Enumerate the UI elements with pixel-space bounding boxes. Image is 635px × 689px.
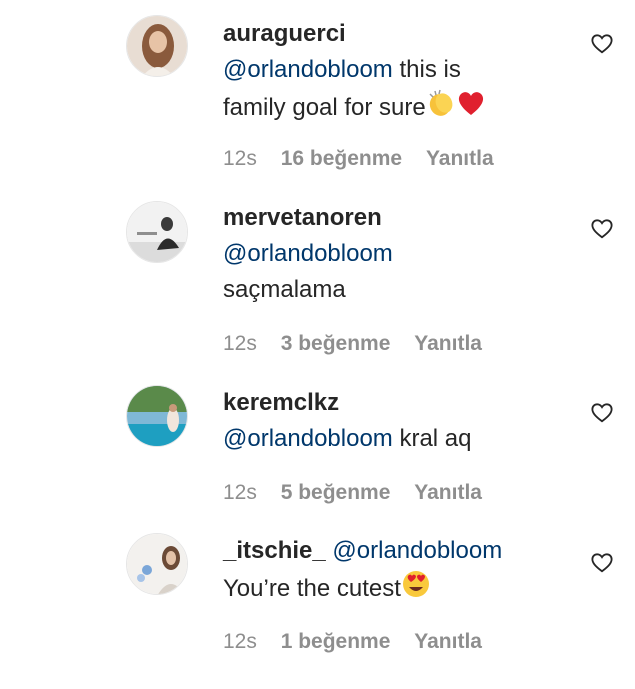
username[interactable]: _itschie_	[223, 537, 326, 564]
mention-link[interactable]: @orlandobloom	[223, 425, 393, 452]
comment-meta: 12s 1 beğenme Yanıtla	[223, 630, 500, 654]
heart-outline-icon[interactable]	[591, 402, 613, 424]
likes-count[interactable]: 16 beğenme	[281, 147, 402, 170]
comment-body: kral aq	[392, 425, 472, 452]
comment-text: keremclkz @orlandobloom kral aq	[223, 385, 555, 457]
timestamp: 12s	[223, 481, 257, 504]
mention-link[interactable]: @orlandobloom	[332, 537, 502, 564]
mention-link[interactable]: @orlandobloom	[223, 56, 393, 83]
comment-meta: 12s 5 beğenme Yanıtla	[223, 481, 500, 505]
username[interactable]: auraguerci	[223, 20, 346, 47]
comment-meta: 12s 3 beğenme Yanıtla	[223, 332, 500, 356]
heart-eyes-face-icon	[401, 569, 431, 610]
heart-outline-icon[interactable]	[591, 33, 613, 55]
mention-link[interactable]: @orlandobloom	[223, 240, 393, 267]
heart-outline-icon[interactable]	[591, 552, 613, 574]
comment-text: mervetanoren @orlandobloom saçmalama	[223, 200, 555, 308]
likes-count[interactable]: 5 beğenme	[281, 481, 391, 504]
comment-text: auraguerci @orlandobloom this is family …	[223, 16, 555, 129]
reply-button[interactable]: Yanıtla	[426, 147, 494, 170]
comment-body: You’re the cutest	[223, 575, 401, 602]
username[interactable]: keremclkz	[223, 389, 339, 416]
heart-outline-icon[interactable]	[591, 218, 613, 240]
red-heart-icon	[456, 88, 486, 129]
comment-body: saçmalama	[223, 276, 346, 303]
avatar[interactable]	[126, 15, 188, 77]
reply-button[interactable]: Yanıtla	[414, 630, 482, 653]
timestamp: 12s	[223, 332, 257, 355]
timestamp: 12s	[223, 147, 257, 170]
username[interactable]: mervetanoren	[223, 204, 382, 231]
comment-body: family goal for sure	[223, 94, 426, 121]
reply-button[interactable]: Yanıtla	[414, 481, 482, 504]
likes-count[interactable]: 3 beğenme	[281, 332, 391, 355]
avatar[interactable]	[126, 201, 188, 263]
timestamp: 12s	[223, 630, 257, 653]
comment-text: _itschie_ @orlandobloom You’re the cutes…	[223, 533, 555, 610]
comment-body: this is	[392, 56, 461, 83]
clapping-hands-icon	[426, 88, 456, 129]
comment-meta: 12s 16 beğenme Yanıtla	[223, 147, 512, 171]
avatar[interactable]	[126, 533, 188, 595]
reply-button[interactable]: Yanıtla	[414, 332, 482, 355]
avatar[interactable]	[126, 385, 188, 447]
likes-count[interactable]: 1 beğenme	[281, 630, 391, 653]
